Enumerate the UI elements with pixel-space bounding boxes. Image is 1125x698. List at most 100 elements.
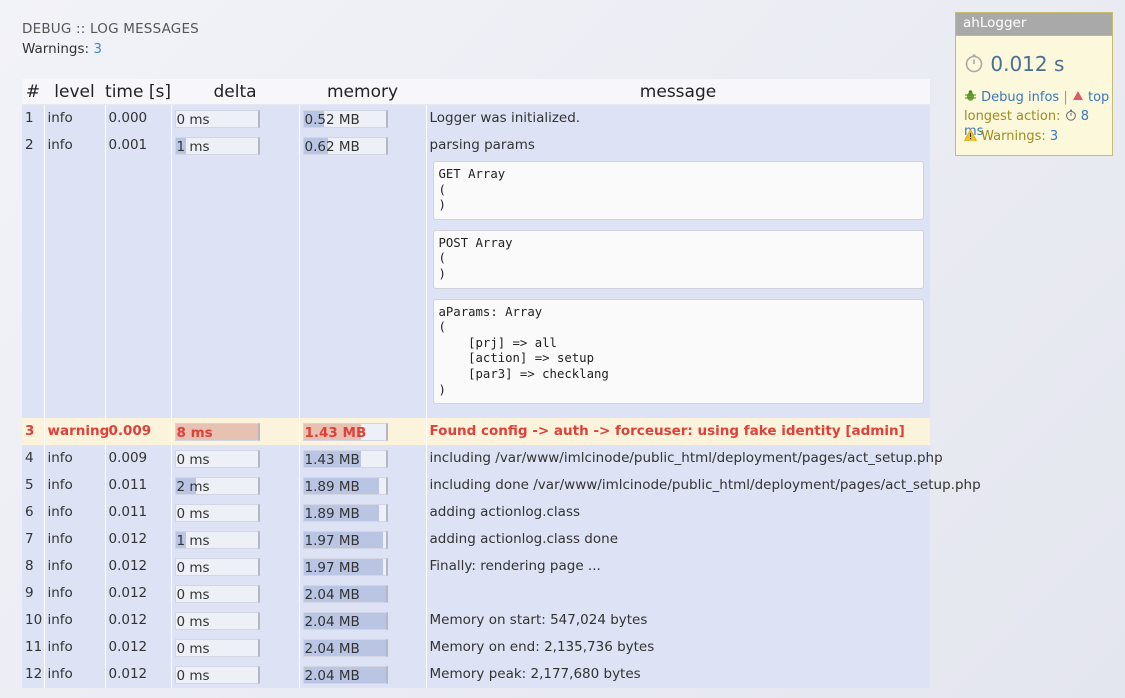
row-memory-value: 2.04 MB xyxy=(304,614,360,631)
row-delta: 0 ms xyxy=(171,607,300,635)
row-time: 0.009 xyxy=(105,445,172,473)
top-link[interactable]: top xyxy=(1072,90,1109,105)
row-time: 0.012 xyxy=(105,526,172,554)
row-memory-value: 2.04 MB xyxy=(304,587,360,604)
row-delta-bar: 0 ms xyxy=(174,666,260,685)
table-row: 8 info 0.012 0 ms 1.97 MB Finally: rendering … xyxy=(22,553,930,581)
row-memory-bar: 1.43 MB xyxy=(302,423,388,442)
row-message-text: Memory on start: 547,024 bytes xyxy=(429,612,648,629)
row-memory-bar: 1.97 MB xyxy=(302,531,388,550)
row-delta-bar: 8 ms xyxy=(174,423,260,442)
table-row: 4 info 0.009 0 ms 1.43 MB including /var/www/… xyxy=(22,445,943,473)
row-time: 0.012 xyxy=(105,607,172,635)
row-delta: 8 ms xyxy=(171,418,300,446)
col-header-number[interactable]: # xyxy=(22,79,44,105)
row-memory-value: 1.97 MB xyxy=(304,533,360,550)
row-delta-value: 0 ms xyxy=(176,614,210,631)
row-message: Finally: rendering page ... xyxy=(426,553,930,581)
row-delta-bar: 0 ms xyxy=(174,558,260,577)
row-memory-value: 1.43 MB xyxy=(304,452,360,469)
col-header-message[interactable]: message xyxy=(426,79,930,105)
row-message-text: Memory peak: 2,177,680 bytes xyxy=(429,666,641,683)
row-delta-bar: 0 ms xyxy=(174,110,260,128)
row-delta-value: 0 ms xyxy=(176,641,210,658)
array-dump: aParams: Array ( [prj] => all [action] =… xyxy=(432,298,924,405)
warnings-summary: Warnings: 3 xyxy=(22,39,199,59)
row-memory: 2.04 MB xyxy=(299,634,427,662)
row-message: adding actionlog.class done xyxy=(426,526,930,554)
ahlogger-title: ahLogger xyxy=(956,13,1112,36)
table-row: 11 info 0.012 0 ms 2.04 MB Memory on end: 2,1… xyxy=(22,634,930,662)
table-row: 9 info 0.012 0 ms 2.04 MB xyxy=(22,580,930,608)
row-delta: 0 ms xyxy=(171,104,300,132)
col-header-memory[interactable]: memory xyxy=(299,79,426,105)
logger-warnings: Warnings: 3 xyxy=(963,128,1058,144)
bug-icon xyxy=(964,90,981,105)
row-memory: 1.89 MB xyxy=(299,499,427,527)
row-delta-value: 0 ms xyxy=(176,587,210,604)
table-row: 5 info 0.011 2 ms 1.89 MB including done /var… xyxy=(22,472,981,500)
row-delta-bar: 2 ms xyxy=(174,477,260,496)
table-row: 1 info 0.000 0 ms 0.52 MB Logger was initiali… xyxy=(22,104,930,132)
row-number: 12 xyxy=(22,661,45,689)
debug-infos-label: Debug infos xyxy=(981,90,1060,105)
row-time: 0.001 xyxy=(105,132,172,419)
row-level: info xyxy=(44,472,106,500)
longest-action-label: longest action: xyxy=(964,109,1061,124)
row-number: 5 xyxy=(22,472,45,500)
row-memory: 1.43 MB xyxy=(299,418,427,446)
row-message: adding actionlog.class xyxy=(426,499,930,527)
row-memory-value: 1.89 MB xyxy=(304,479,360,496)
log-body: 1 info 0.000 0 ms 0.52 MB Logger was initiali… xyxy=(22,104,981,689)
row-memory: 0.52 MB xyxy=(299,104,427,132)
row-delta: 0 ms xyxy=(171,445,300,473)
row-time: 0.012 xyxy=(105,553,172,581)
row-level: info xyxy=(44,499,106,527)
row-message: parsing params GET Array ( ) POST Array ( … xyxy=(426,132,930,419)
table-row: 6 info 0.011 0 ms 1.89 MB adding actionlog.cl… xyxy=(22,499,930,527)
row-memory-bar: 2.04 MB xyxy=(302,585,388,604)
row-memory-bar: 1.97 MB xyxy=(302,558,388,577)
row-level: info xyxy=(44,104,106,132)
row-number: 9 xyxy=(22,580,45,608)
debug-infos-link[interactable]: Debug infos xyxy=(964,90,1059,105)
row-message: Memory on end: 2,135,736 bytes xyxy=(426,634,930,662)
row-number: 6 xyxy=(22,499,45,527)
row-memory-bar: 2.04 MB xyxy=(302,639,388,658)
row-message: including /var/www/imlcinode/public_html… xyxy=(426,445,943,473)
row-memory: 2.04 MB xyxy=(299,607,427,635)
warnings-count-link[interactable]: 3 xyxy=(93,41,102,57)
ahlogger-panel: ahLogger 0.012 s Debug infos | top longe… xyxy=(955,12,1113,156)
col-header-time[interactable]: time [s] xyxy=(105,79,171,105)
row-level: info xyxy=(44,634,106,662)
row-number: 4 xyxy=(22,445,45,473)
row-level: info xyxy=(44,553,106,581)
col-header-delta[interactable]: delta xyxy=(171,79,299,105)
row-delta: 0 ms xyxy=(171,661,300,689)
table-header-row: # level time [s] delta memory message xyxy=(22,79,930,105)
row-delta: 1 ms xyxy=(171,526,300,554)
row-message: Found config -> auth -> forceuser: using… xyxy=(426,418,930,446)
array-dump: POST Array ( ) xyxy=(432,229,924,289)
row-number: 11 xyxy=(22,634,45,662)
row-delta-bar: 0 ms xyxy=(174,450,260,469)
row-memory-bar: 1.89 MB xyxy=(302,477,388,496)
col-header-level[interactable]: level xyxy=(44,79,105,105)
row-delta-bar: 0 ms xyxy=(174,612,260,631)
total-time: 0.012 s xyxy=(964,52,1064,76)
row-message-text: Found config -> auth -> forceuser: using… xyxy=(429,423,905,440)
row-message-text: Logger was initialized. xyxy=(429,110,581,126)
row-memory-value: 2.04 MB xyxy=(304,641,360,658)
row-message xyxy=(426,580,930,608)
row-message-text: including done /var/www/imlcinode/public… xyxy=(429,477,981,494)
row-time: 0.012 xyxy=(105,661,172,689)
row-message: including done /var/www/imlcinode/public… xyxy=(426,472,981,500)
row-time: 0.011 xyxy=(105,472,172,500)
row-delta-value: 1 ms xyxy=(176,139,210,155)
row-memory-value: 1.97 MB xyxy=(304,560,360,577)
table-row: 10 info 0.012 0 ms 2.04 MB Memory on start: 5… xyxy=(22,607,930,635)
row-memory-value: 0.62 MB xyxy=(304,139,360,155)
log-table: # level time [s] delta memory message 1i… xyxy=(22,79,981,689)
row-memory-bar: 2.04 MB xyxy=(302,612,388,631)
logger-warnings-count-link[interactable]: 3 xyxy=(1050,129,1058,144)
